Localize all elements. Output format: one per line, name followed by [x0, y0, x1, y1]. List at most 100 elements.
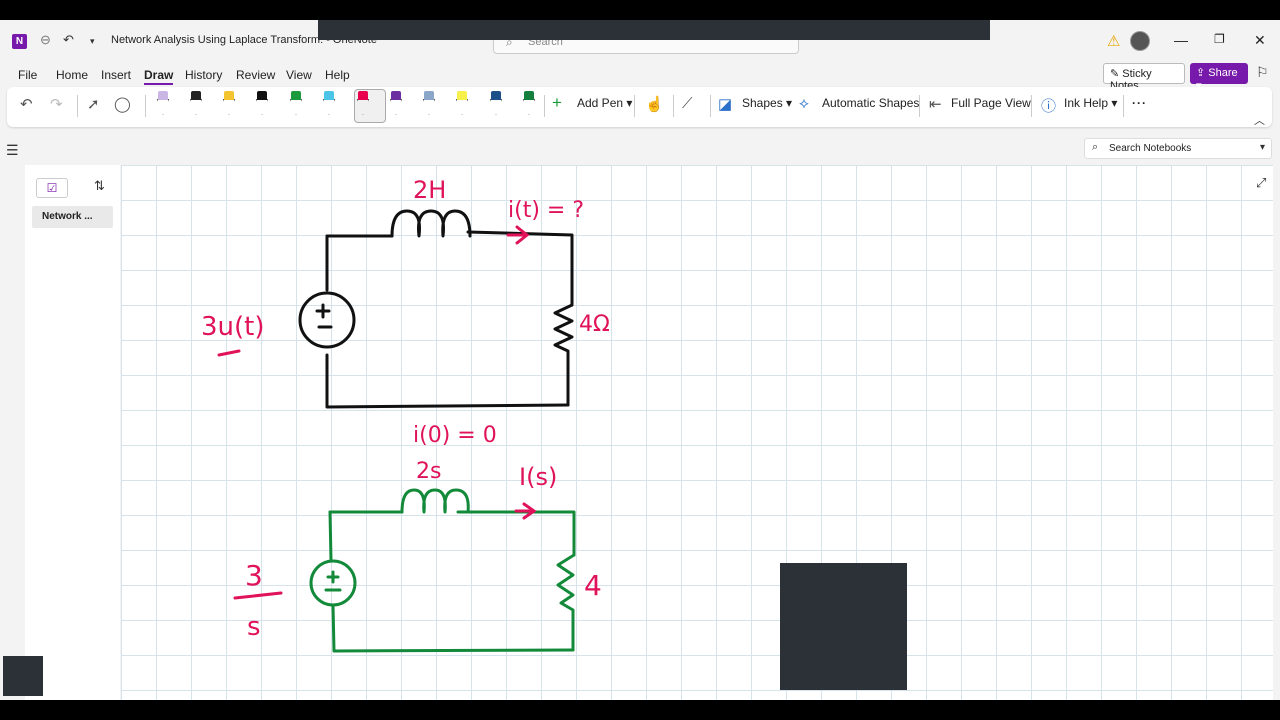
ruler-icon[interactable]: ⟋ [682, 95, 693, 112]
menu-insert[interactable]: Insert [101, 68, 131, 82]
full-page-view-button[interactable]: Full Page View [951, 96, 1031, 110]
close-icon[interactable]: ✕ [1254, 32, 1266, 49]
pen-navy-icon[interactable] [488, 91, 504, 119]
pen-dark-green-icon[interactable] [521, 91, 537, 119]
resistor-label: 4Ω [579, 312, 610, 337]
redo-icon[interactable]: ↷ [50, 95, 63, 113]
add-page-button[interactable]: ☑ [36, 178, 68, 198]
fraction-bar [233, 591, 283, 600]
inductor-2s [400, 488, 470, 514]
pen-magenta-icon[interactable] [355, 91, 371, 119]
pen-yellow-icon[interactable] [221, 91, 237, 119]
pen-tip [256, 99, 268, 115]
share-button[interactable]: ⇪ Share ▾ [1190, 63, 1248, 92]
back-icon[interactable]: ⊖ [40, 32, 51, 48]
pen-cap [524, 91, 534, 100]
bottom-circuit [309, 488, 576, 653]
minimize-icon[interactable]: — [1174, 32, 1188, 48]
pen-lavender-icon[interactable] [155, 91, 171, 119]
warning-icon[interactable]: ⚠ [1107, 32, 1120, 50]
initial-condition-label: i(0) = 0 [413, 423, 497, 448]
quick-access-dropdown-icon[interactable]: ▾ [90, 36, 95, 47]
plus-minus-sign [324, 570, 342, 592]
menu-review[interactable]: Review [236, 68, 275, 82]
pen-black-thin-icon[interactable] [188, 91, 204, 119]
overlay-block [3, 656, 43, 696]
select-cursor-icon[interactable]: ➚ [87, 95, 100, 113]
menu-file[interactable]: File [18, 68, 37, 82]
pen-cap [358, 91, 368, 100]
menu-home[interactable]: Home [56, 68, 88, 82]
more-options-icon[interactable]: ··· [1132, 96, 1147, 110]
divider [1123, 95, 1124, 117]
full-page-view-icon[interactable]: ⇤ [929, 95, 942, 113]
add-pen-plus-icon[interactable]: + [552, 93, 562, 113]
pen-tip [523, 99, 535, 115]
top-annotations [217, 225, 530, 357]
pen-tip [456, 99, 468, 115]
inductor-2h [390, 209, 472, 238]
pen-highlighter-yellow-icon[interactable] [454, 91, 470, 119]
menu-history[interactable]: History [185, 68, 222, 82]
draw-ribbon: ↶ ↷ ➚ ◯ + Add Pen ▾ ☝ ⟋ ◪ Shapes ▾ ⟡ Aut… [7, 87, 1272, 127]
pen-cap [158, 91, 168, 100]
sort-pages-icon[interactable]: ⇅ [94, 178, 105, 194]
automatic-shapes-icon[interactable]: ⟡ [799, 95, 809, 112]
menu-draw[interactable]: Draw [144, 68, 174, 85]
note-canvas[interactable]: 2H i(t) = ? 3u(t) 4Ω i(0) = 0 2s I(s) 3 … [121, 165, 1273, 700]
pen-galaxy-icon[interactable] [421, 91, 437, 119]
inductor-label: 2H [413, 176, 446, 204]
overlay-block [318, 20, 990, 40]
avatar[interactable] [1130, 31, 1150, 51]
top-wire-right [456, 510, 576, 557]
overlay-block [780, 563, 907, 690]
shapes-label: Shapes [742, 96, 783, 110]
onenote-logo-icon: N [12, 34, 27, 49]
undo-icon[interactable]: ↶ [20, 95, 33, 113]
divider [710, 95, 711, 117]
shapes-icon[interactable]: ◪ [718, 95, 732, 113]
menu-help[interactable]: Help [325, 68, 350, 82]
touch-draw-icon[interactable]: ☝ [645, 95, 664, 113]
help-icon[interactable]: ⓘ [1041, 95, 1056, 116]
resistor-4ohm [553, 303, 574, 407]
bottom-annotations [233, 502, 537, 600]
feedback-icon[interactable]: ⚐ [1256, 64, 1269, 81]
automatic-shapes-button[interactable]: Automatic Shapes [822, 96, 919, 110]
expand-icon[interactable]: ⤢ [1256, 175, 1266, 191]
search-notebooks-input[interactable]: ⌕ Search Notebooks ▾ [1084, 138, 1272, 159]
pen-tip [490, 99, 502, 115]
search-notebooks-label: Search Notebooks [1109, 143, 1192, 154]
voltage-source [298, 291, 356, 349]
collapse-ribbon-icon[interactable]: ︿ [1254, 112, 1265, 128]
pen-purple-icon[interactable] [388, 91, 404, 119]
resistor-label: 4 [584, 569, 602, 602]
pen-black-icon[interactable] [254, 91, 270, 119]
ink-help-button[interactable]: Ink Help ▾ [1064, 96, 1117, 110]
pen-tip [190, 99, 202, 115]
underline [217, 349, 241, 357]
add-pen-button[interactable]: Add Pen ▾ [577, 96, 632, 110]
inductor-label: 2s [416, 459, 441, 484]
undo-icon[interactable]: ↶ [63, 32, 74, 48]
page-item[interactable]: Network ... [32, 206, 113, 228]
pen-cap [291, 91, 301, 100]
pen-cyan-icon[interactable] [321, 91, 337, 119]
pen-tip [323, 99, 335, 115]
navigation-menu-icon[interactable]: ☰ [6, 142, 19, 159]
sticky-notes-button[interactable]: ✎ Sticky Notes [1103, 63, 1185, 92]
shapes-button[interactable]: Shapes ▾ [742, 96, 792, 110]
divider [145, 95, 146, 117]
menu-view[interactable]: View [286, 68, 312, 82]
search-icon: ⌕ [1092, 141, 1099, 153]
divider [634, 95, 635, 117]
ink-drawing: 2H i(t) = ? 3u(t) 4Ω i(0) = 0 2s I(s) 3 … [201, 176, 610, 653]
restore-icon[interactable]: ❐ [1214, 32, 1225, 46]
pen-green-icon[interactable] [288, 91, 304, 119]
pen-cap [324, 91, 334, 100]
plus-sign [315, 303, 331, 319]
left-wire-top [328, 510, 333, 562]
lasso-select-icon[interactable]: ◯ [114, 95, 131, 113]
chevron-down-icon[interactable]: ▾ [1260, 142, 1265, 153]
pen-cap [424, 91, 434, 100]
